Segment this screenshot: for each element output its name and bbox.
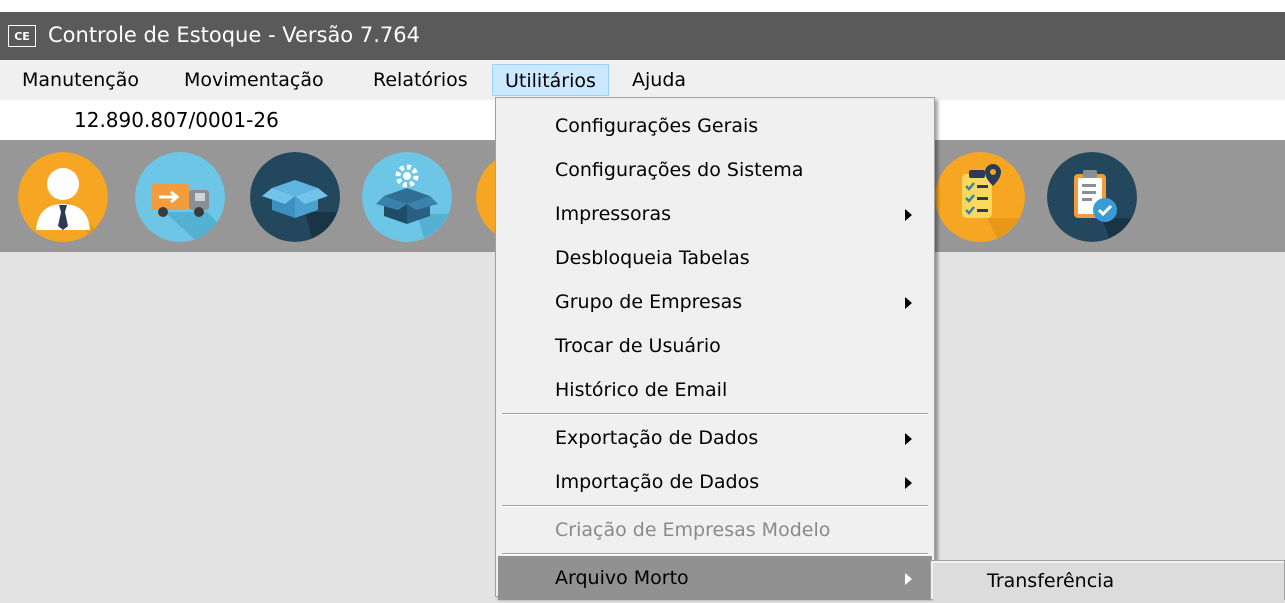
arquivo-morto-submenu: Transferência xyxy=(930,560,1285,603)
menu-separator xyxy=(502,553,928,555)
menu-item-arquivo-morto[interactable]: Arquivo Morto xyxy=(498,556,932,600)
utilitarios-dropdown-menu: Configurações Gerais Configurações do Si… xyxy=(495,97,935,600)
menu-item-label: Arquivo Morto xyxy=(555,567,689,589)
submenu-item-label: Transferência xyxy=(987,570,1115,592)
checklist-location-icon[interactable] xyxy=(935,152,1025,242)
delivery-truck-icon[interactable] xyxy=(135,152,225,242)
title-bar: CE Controle de Estoque - Versão 7.764 xyxy=(0,0,1285,60)
menu-item-label: Configurações do Sistema xyxy=(555,159,804,181)
submenu-arrow-icon xyxy=(905,477,912,489)
menu-item-label: Importação de Dados xyxy=(555,471,760,493)
menu-item-label: Impressoras xyxy=(555,203,672,225)
menu-item-label: Criação de Empresas Modelo xyxy=(555,519,831,541)
menu-relatorios[interactable]: Relatórios xyxy=(373,64,468,96)
menu-item-label: Grupo de Empresas xyxy=(555,291,743,313)
menu-item-impressoras[interactable]: Impressoras xyxy=(498,192,932,236)
menu-item-trocar-usuario[interactable]: Trocar de Usuário xyxy=(498,324,932,368)
menu-item-grupo-empresas[interactable]: Grupo de Empresas xyxy=(498,280,932,324)
menu-bar: Manutenção Movimentação Relatórios Utili… xyxy=(0,60,1285,100)
menu-item-label: Desbloqueia Tabelas xyxy=(555,247,750,269)
company-cnpj: 12.890.807/0001-26 xyxy=(74,108,279,132)
submenu-arrow-icon xyxy=(905,433,912,445)
menu-utilitarios[interactable]: Utilitários xyxy=(492,64,609,96)
menu-ajuda[interactable]: Ajuda xyxy=(632,64,686,96)
menu-item-configuracoes-gerais[interactable]: Configurações Gerais xyxy=(498,104,932,148)
menu-item-desbloqueia-tabelas[interactable]: Desbloqueia Tabelas xyxy=(498,236,932,280)
menu-item-criacao-empresas-modelo: Criação de Empresas Modelo xyxy=(498,508,932,552)
box-icon[interactable] xyxy=(250,152,340,242)
user-icon[interactable] xyxy=(18,152,108,242)
menu-separator xyxy=(502,413,928,415)
app-logo-icon: CE xyxy=(8,25,36,47)
submenu-arrow-icon xyxy=(905,573,912,585)
menu-movimentacao[interactable]: Movimentação xyxy=(184,64,324,96)
menu-item-exportacao-dados[interactable]: Exportação de Dados xyxy=(498,416,932,460)
menu-manutencao[interactable]: Manutenção xyxy=(22,64,139,96)
menu-item-label: Configurações Gerais xyxy=(555,115,759,137)
submenu-arrow-icon xyxy=(905,297,912,309)
menu-item-importacao-dados[interactable]: Importação de Dados xyxy=(498,460,932,504)
submenu-item-transferencia[interactable]: Transferência xyxy=(933,563,1284,603)
window-title: Controle de Estoque - Versão 7.764 xyxy=(48,23,420,47)
menu-item-label: Histórico de Email xyxy=(555,379,728,401)
menu-item-configuracoes-sistema[interactable]: Configurações do Sistema xyxy=(498,148,932,192)
submenu-arrow-icon xyxy=(905,209,912,221)
menu-separator xyxy=(502,505,928,507)
menu-item-historico-email[interactable]: Histórico de Email xyxy=(498,368,932,412)
clipboard-check-icon[interactable] xyxy=(1047,152,1137,242)
menu-item-label: Trocar de Usuário xyxy=(555,335,721,357)
box-settings-icon[interactable] xyxy=(362,152,452,242)
menu-item-label: Exportação de Dados xyxy=(555,427,759,449)
